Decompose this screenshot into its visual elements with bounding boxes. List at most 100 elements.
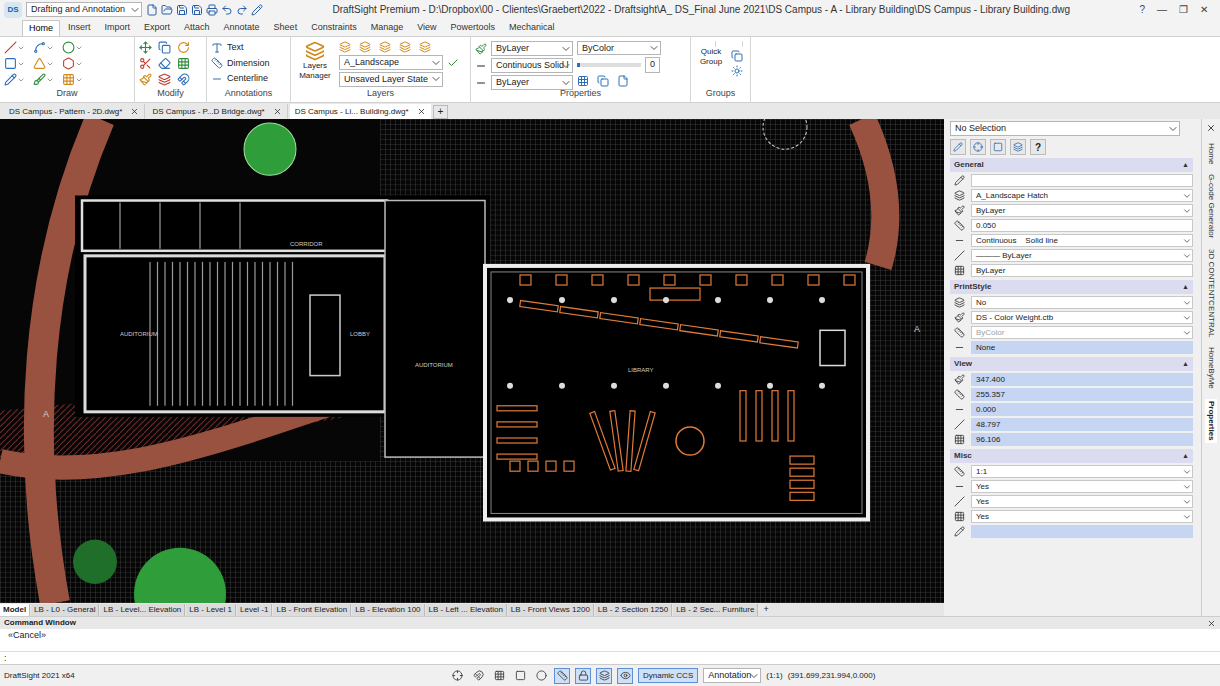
layer-tool-icon[interactable] [359,41,371,53]
panel-tool-icon[interactable] [993,142,1003,152]
property-field[interactable]: 0.000 [971,403,1193,416]
layout-tab[interactable]: LB - Level 1 [186,604,236,616]
window-control[interactable]: ? [1139,2,1145,17]
document-tab[interactable]: DS Campus - P...D Bridge.dwg* [147,104,287,119]
modify-tool-icon[interactable] [139,41,152,54]
property-field[interactable]: ——— ByLayer [971,249,1193,262]
quick-access-icon[interactable] [146,4,158,16]
status-toggle[interactable] [533,668,549,684]
ribbon-tab[interactable]: Mechanical [503,20,561,36]
layout-tab[interactable]: LB - Elevation 100 [352,604,424,616]
app-logo[interactable]: DS [4,2,22,18]
status-toggle[interactable] [470,668,486,684]
ribbon-tab[interactable]: Sheet [268,20,304,36]
document-tab[interactable]: DS Campus - Pattern - 2D.dwg* [4,104,145,119]
quick-access-icon[interactable] [206,4,218,16]
document-tab[interactable]: DS Campus - Li... Building.dwg* [290,104,431,119]
property-field[interactable]: Yes [971,495,1193,508]
panel-tool-icon[interactable] [953,142,963,152]
scale[interactable]: (1:1) [766,670,782,682]
status-toggle[interactable] [449,668,465,684]
layout-tab[interactable]: LB - L0 - General [31,604,99,616]
section-header[interactable]: PrintStyle▲ [950,280,1193,294]
selection-select[interactable]: No Selection [950,121,1180,136]
layer-state-select[interactable]: Unsaved Layer State [339,72,443,87]
side-tab[interactable]: Home [1205,143,1217,164]
section-header[interactable]: General▲ [950,158,1193,172]
panel-tool-icon[interactable] [973,142,983,152]
window-control[interactable]: ✕ [1200,2,1208,17]
property-field[interactable]: ByLayer [971,204,1193,217]
property-field[interactable] [971,174,1193,187]
ribbon-tab[interactable]: Home [22,20,60,36]
property-field[interactable] [971,525,1193,538]
layout-tab[interactable]: LB - Front Views 1200 [508,604,594,616]
close-icon[interactable] [417,107,426,116]
draw-tool-icon[interactable] [4,41,17,54]
property-field[interactable]: 0.050 [971,219,1193,232]
property-field[interactable]: Yes [971,480,1193,493]
property-tool-icon[interactable] [617,75,629,87]
property-tool-icon[interactable] [577,75,589,87]
annotation-tool[interactable]: Text [211,41,270,55]
window-control[interactable]: ❐ [1179,2,1188,17]
ribbon-tab[interactable]: View [411,20,442,36]
draw-tool-icon[interactable] [62,73,75,86]
draw-tool-icon[interactable] [62,57,75,70]
ribbon-tab[interactable]: Export [138,20,176,36]
modify-tool-icon[interactable] [158,57,171,70]
quick-access-icon[interactable] [161,4,173,16]
property-field[interactable]: None [971,341,1193,354]
layout-tab[interactable]: Model [0,604,30,616]
modify-tool-icon[interactable] [158,73,171,86]
layout-tab[interactable]: LB - 2 Section 1250 [595,604,672,616]
layer-tool-icon[interactable] [419,41,431,53]
quick-access-icon[interactable] [251,4,263,16]
ribbon-tab[interactable]: Constraints [305,20,363,36]
side-tab[interactable]: G-code Generator [1205,174,1217,238]
modify-tool-icon[interactable] [139,73,152,86]
property-field[interactable]: 1:1 [971,465,1193,478]
modify-tool-icon[interactable] [139,57,152,70]
command-input[interactable]: : [0,651,1220,664]
ribbon-tab[interactable]: Powertools [445,20,502,36]
quick-group-button[interactable]: Quick Group [695,41,727,87]
dynamic-ccs-toggle[interactable]: Dynamic CCS [638,668,698,683]
layer-tool-icon[interactable] [399,41,411,53]
draw-tool-icon[interactable] [33,41,46,54]
layout-tab[interactable]: LB - 2 Sec... Furniture [673,604,758,616]
property-field[interactable]: 255.357 [971,388,1193,401]
status-toggle[interactable] [554,668,570,684]
quick-access-icon[interactable] [221,4,233,16]
workspace-select[interactable]: Drafting and Annotation [26,2,142,17]
drawing-canvas[interactable]: CORRIDORAUDITORIUMLOBBYAUDITORIUMLIBRARY… [0,119,944,603]
property-field[interactable]: A_Landscape Hatch [971,189,1193,202]
side-tab[interactable]: 3D CONTENTCENTRAL [1205,249,1217,337]
close-icon[interactable] [130,107,139,116]
draw-tool-icon[interactable] [62,41,75,54]
modify-tool-icon[interactable] [177,41,190,54]
layers-manager-button[interactable]: Layers Manager [295,41,335,87]
panel-tool-icon[interactable] [1013,142,1023,152]
new-layout-button[interactable]: + [759,605,772,614]
window-control[interactable]: — [1157,2,1167,17]
status-toggle[interactable] [575,668,591,684]
ribbon-tab[interactable]: Annotate [218,20,266,36]
status-toggle[interactable] [617,668,633,684]
layout-tab[interactable]: LB - Front Elevation [273,604,351,616]
ribbon-tab[interactable]: Import [99,20,137,36]
draw-tool-icon[interactable] [33,57,46,70]
layer-select[interactable]: A_Landscape [339,55,443,70]
modify-tool-icon[interactable] [158,41,171,54]
layout-tab[interactable]: Level -1 [237,604,272,616]
annotation-select[interactable]: Annotation [703,668,761,683]
ribbon-tab[interactable]: Attach [178,20,216,36]
modify-tool-icon[interactable] [177,57,190,70]
ribbon-tab[interactable]: Manage [365,20,410,36]
property-field[interactable]: ByColor [971,326,1193,339]
close-icon[interactable] [1206,123,1216,133]
group-tool-icon[interactable] [731,65,743,77]
property-field[interactable]: 96.106 [971,433,1193,446]
quick-access-icon[interactable] [191,4,203,16]
check-icon[interactable] [447,57,459,69]
